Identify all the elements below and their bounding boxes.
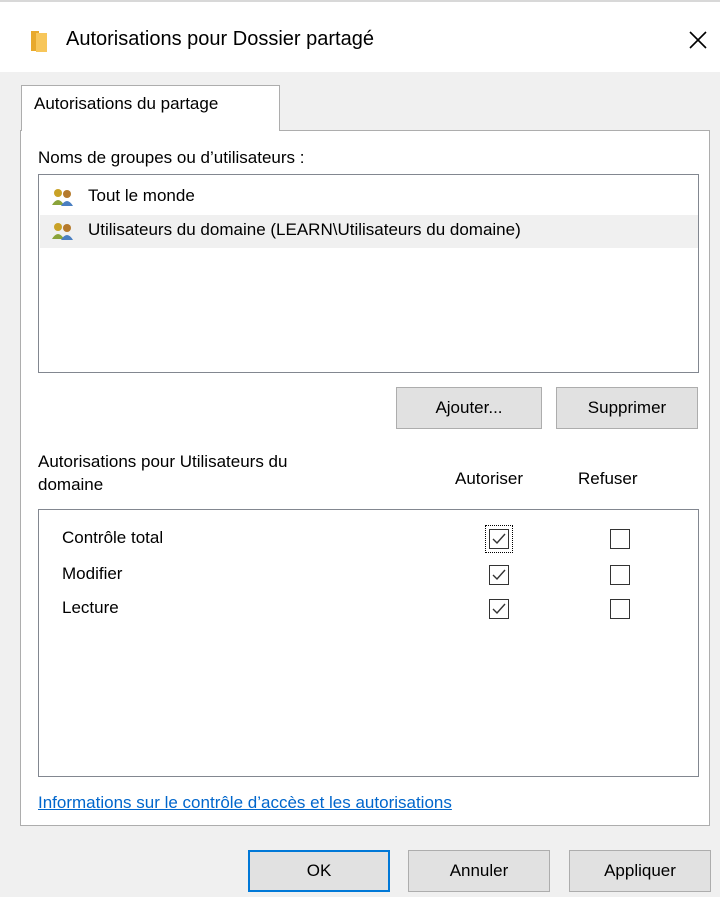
groups-listbox[interactable]: Tout le monde Utilisateurs du domaine (L…: [38, 174, 699, 373]
permission-row-modify: Modifier: [39, 561, 698, 593]
permission-label: Modifier: [62, 564, 123, 583]
list-item-label: Tout le monde: [88, 186, 195, 205]
permission-label: Contrôle total: [62, 528, 164, 547]
allow-column-header: Autoriser: [455, 469, 524, 488]
access-control-help-link[interactable]: Informations sur le contrôle d’accès et …: [38, 793, 452, 813]
permission-row-read: Lecture: [39, 595, 698, 627]
permissions-list: Contrôle total Modifier Lecture: [38, 509, 699, 777]
tab-share-permissions[interactable]: Autorisations du partage: [21, 85, 280, 131]
allow-checkbox-full-control[interactable]: [489, 529, 509, 549]
close-icon: [689, 31, 707, 49]
allow-checkbox-modify[interactable]: [489, 565, 509, 585]
permission-label: Lecture: [62, 598, 119, 617]
checkmark-icon: [492, 569, 506, 581]
users-icon: [52, 189, 73, 206]
remove-button[interactable]: Supprimer: [556, 387, 698, 429]
checkmark-icon: [492, 603, 506, 615]
cancel-button[interactable]: Annuler: [408, 850, 550, 892]
list-item[interactable]: Tout le monde: [40, 181, 698, 214]
permissions-label-line1: Autorisations pour Utilisateurs du: [38, 452, 288, 471]
deny-column-header: Refuser: [578, 469, 638, 488]
deny-checkbox-modify[interactable]: [610, 565, 630, 585]
list-item-selected[interactable]: Utilisateurs du domaine (LEARN\Utilisate…: [40, 215, 698, 248]
permission-row-full-control: Contrôle total: [39, 525, 698, 557]
title-bar: Autorisations pour Dossier partagé: [0, 2, 720, 72]
users-icon: [52, 223, 73, 240]
allow-checkbox-read[interactable]: [489, 599, 509, 619]
window-title: Autorisations pour Dossier partagé: [66, 28, 374, 50]
deny-checkbox-full-control[interactable]: [610, 529, 630, 549]
folder-icon: [31, 31, 47, 52]
apply-button[interactable]: Appliquer: [569, 850, 711, 892]
checkmark-icon: [492, 533, 506, 545]
tab-label: Autorisations du partage: [34, 94, 219, 113]
permissions-label-line2: domaine: [38, 475, 104, 494]
list-item-label: Utilisateurs du domaine (LEARN\Utilisate…: [88, 220, 521, 239]
groups-label: Noms de groupes ou d’utilisateurs :: [38, 148, 305, 167]
deny-checkbox-read[interactable]: [610, 599, 630, 619]
ok-button[interactable]: OK: [248, 850, 390, 892]
add-button[interactable]: Ajouter...: [396, 387, 542, 429]
close-button[interactable]: [678, 20, 718, 60]
